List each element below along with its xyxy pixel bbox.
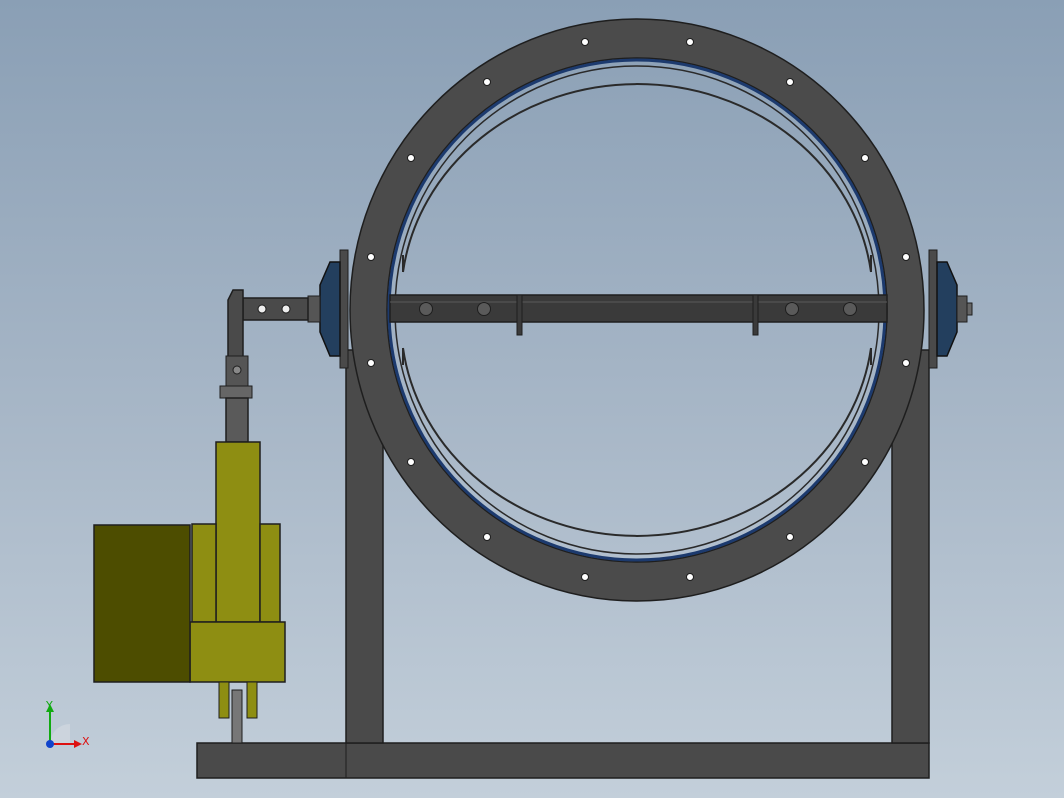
shaft-clamp-left — [516, 294, 523, 336]
coupling-sleeve — [242, 297, 309, 321]
cad-viewport[interactable]: Y X — [0, 0, 1064, 798]
right-shaft-end — [966, 302, 973, 316]
actuator-tube-left — [191, 523, 217, 623]
actuator-rod — [225, 397, 249, 443]
actuator-tube-right — [259, 523, 281, 623]
coupling-pin-1 — [257, 304, 267, 314]
shaft-clamp-right — [752, 294, 759, 336]
axis-y-label: Y — [46, 699, 53, 712]
mount-bracket — [231, 689, 243, 744]
axis-triad: Y X — [36, 698, 96, 758]
actuator-motor — [93, 524, 191, 683]
left-bearing-plate — [339, 249, 349, 369]
axis-triad-icon — [46, 704, 82, 748]
right-bearing-housing — [936, 261, 958, 357]
clevis-pin — [232, 365, 242, 375]
right-bearing-hub — [956, 295, 968, 323]
right-bearing-plate — [928, 249, 938, 369]
valve-assembly-model[interactable] — [0, 0, 1064, 798]
actuator-cylinder — [215, 441, 261, 623]
mount-ear-left — [218, 681, 230, 719]
coupling-pin-2 — [281, 304, 291, 314]
rod-nut — [219, 385, 253, 399]
actuator-gearbox — [189, 621, 286, 683]
axis-x-label: X — [82, 735, 90, 748]
mount-ear-right — [246, 681, 258, 719]
valve-shaft — [389, 294, 888, 323]
base-plate — [196, 742, 930, 779]
left-bearing-hub — [307, 295, 321, 323]
left-bearing-housing — [319, 261, 341, 357]
